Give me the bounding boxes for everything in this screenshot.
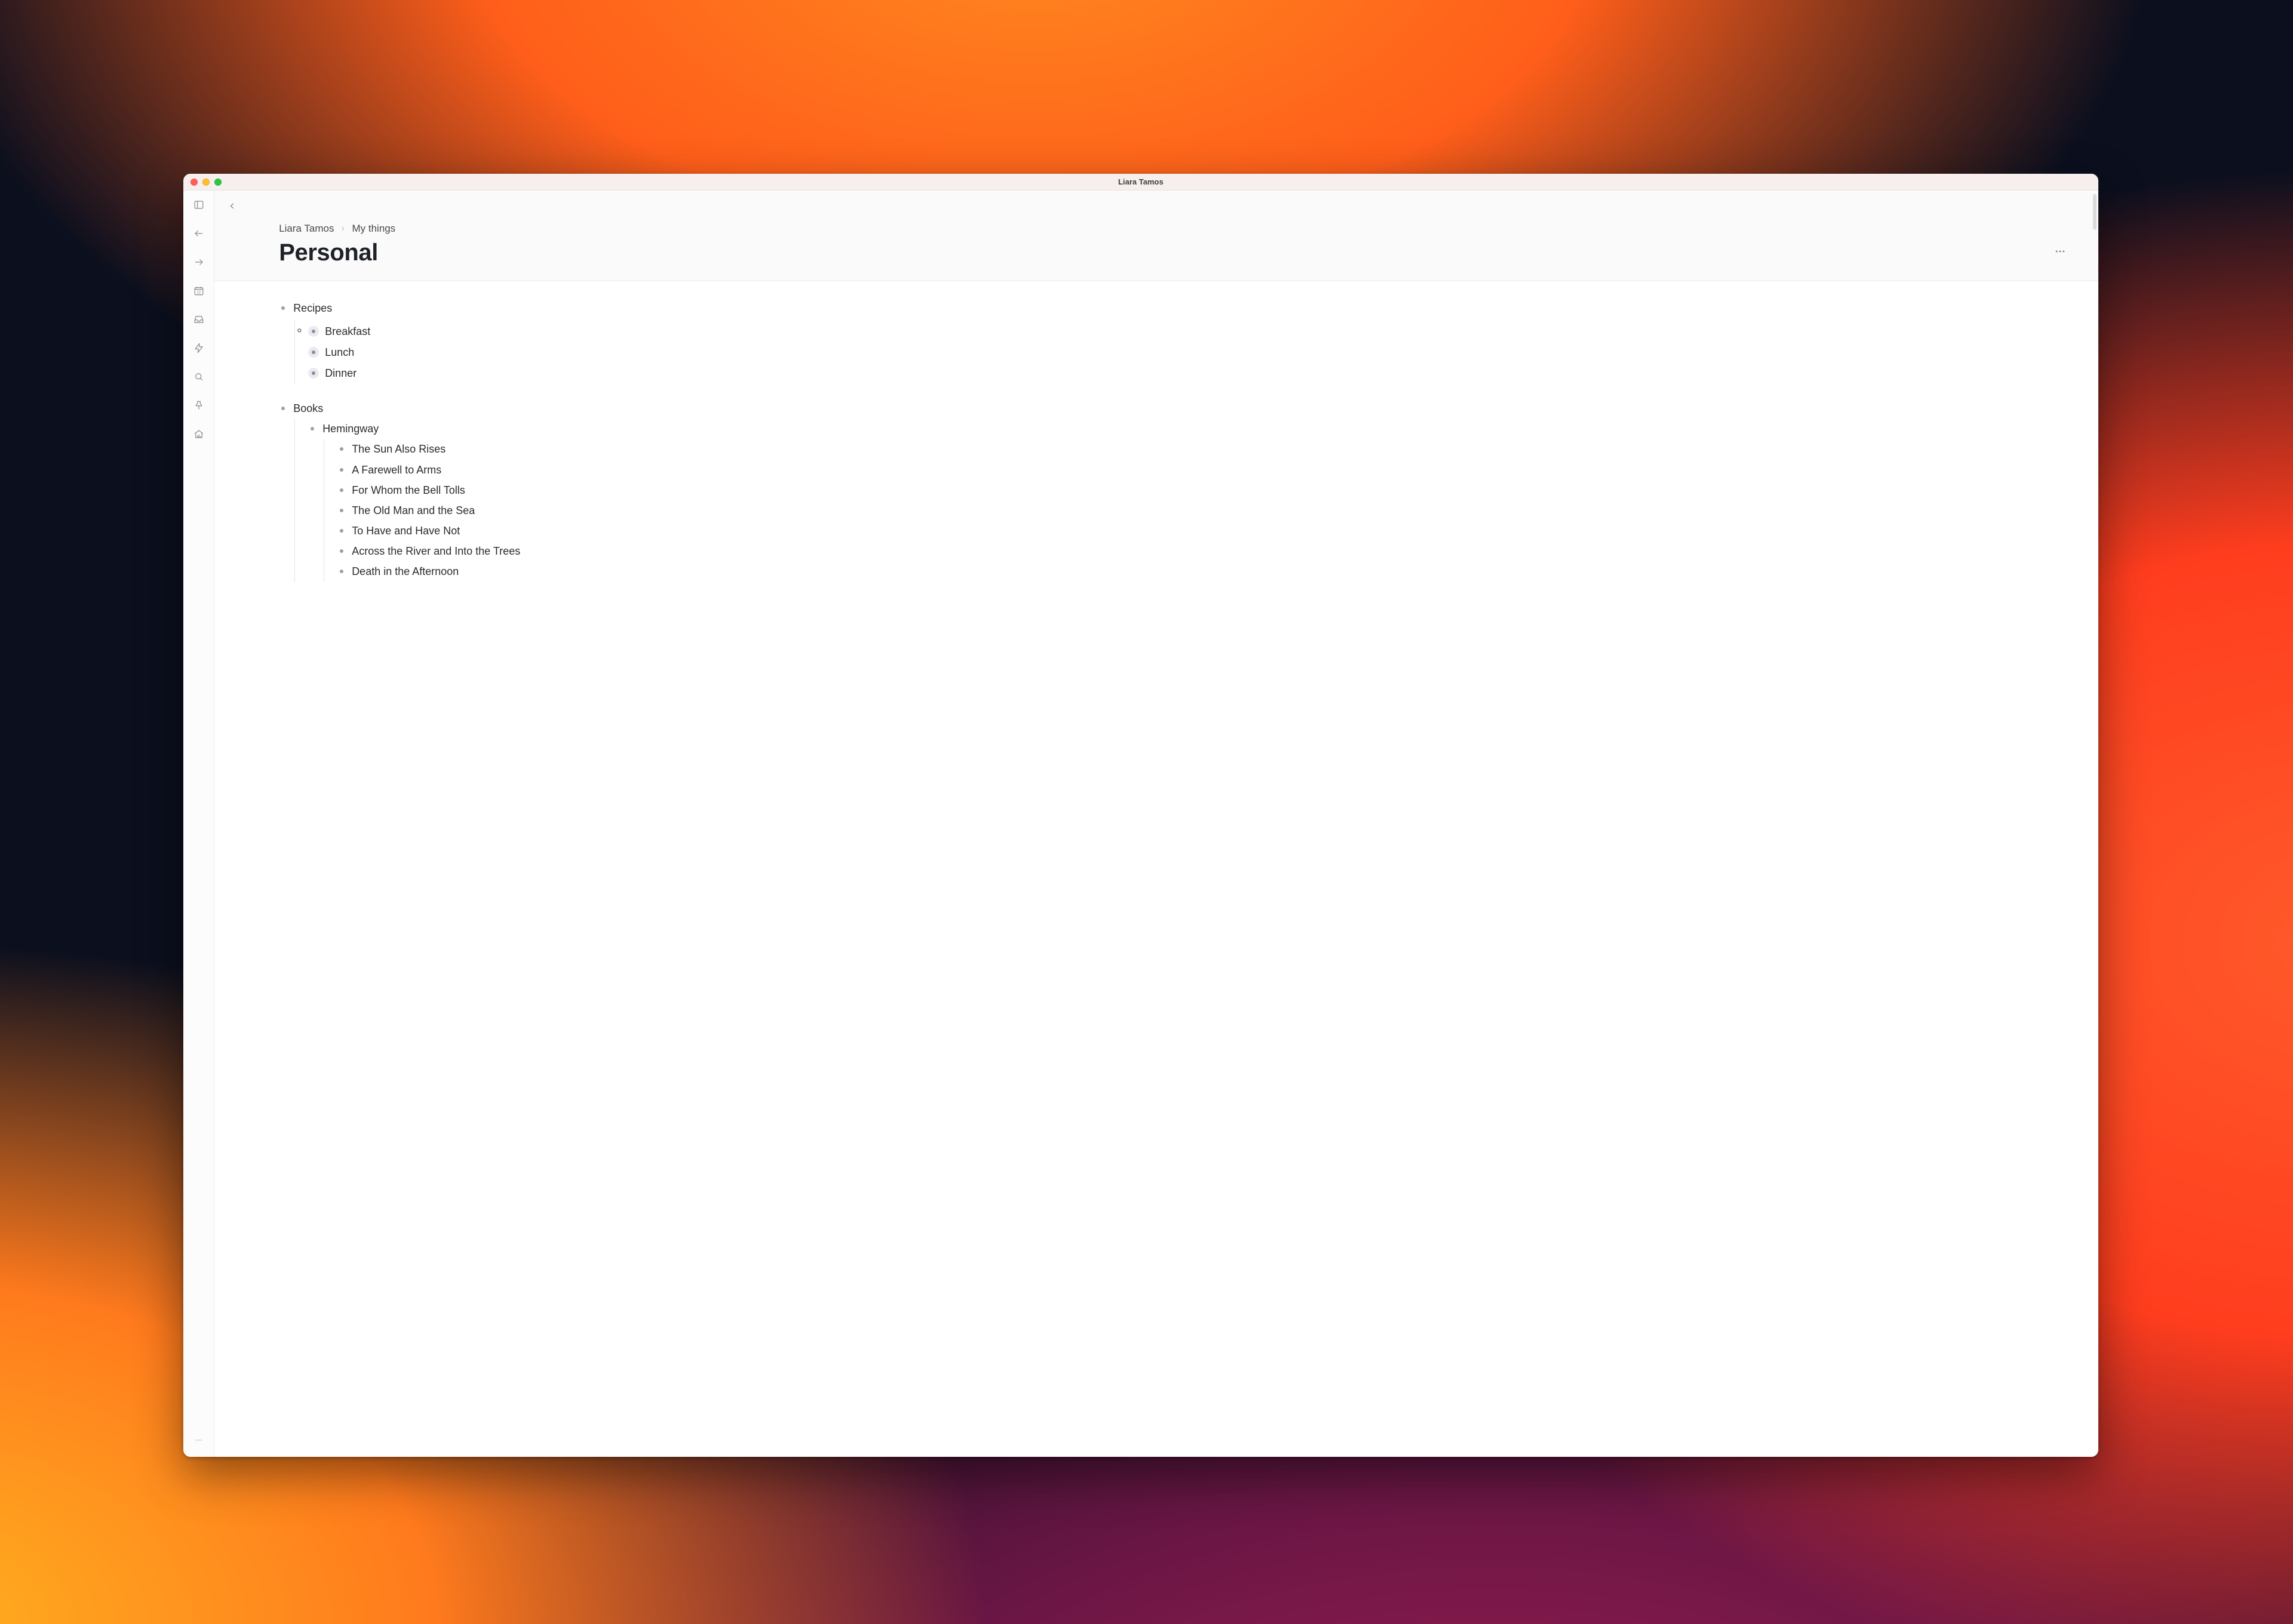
page-title: Personal [279, 239, 378, 266]
list-item[interactable]: To Have and Have Not [337, 521, 2083, 541]
toggle-sidebar-icon[interactable] [190, 196, 207, 213]
app-window: Liara Tamos 22 [183, 174, 2098, 1457]
main-pane: Liara Tamos My things Personal Re [214, 190, 2098, 1457]
chevron-right-icon [340, 223, 346, 235]
list-item-label: A Farewell to Arms [352, 464, 441, 476]
list-item-recipes[interactable]: Recipes Breakfast Lunch Dinner [279, 298, 2083, 384]
list-item-label: Death in the Afternoon [352, 565, 459, 577]
list-item-label: Across the River and Into the Trees [352, 545, 520, 557]
bullet-pill-icon [308, 326, 319, 337]
breadcrumb-section[interactable]: My things [352, 223, 395, 235]
list-item-label: The Old Man and the Sea [352, 505, 475, 516]
sidebar-more-icon[interactable] [190, 1432, 207, 1448]
list-item[interactable]: Death in the Afternoon [337, 561, 2083, 582]
list-item-label: Hemingway [322, 423, 379, 435]
home-stats-icon[interactable] [190, 426, 207, 442]
nav-back-icon[interactable] [190, 225, 207, 242]
list-item[interactable]: Dinner [308, 363, 2083, 384]
inbox-icon[interactable] [190, 311, 207, 328]
list-item-author[interactable]: Hemingway The Sun Also Rises A Farewell … [308, 419, 2083, 582]
svg-text:22: 22 [196, 291, 201, 295]
page-content[interactable]: Recipes Breakfast Lunch Dinner [214, 281, 2098, 1457]
window-zoom-button[interactable] [214, 179, 222, 186]
window-minimize-button[interactable] [202, 179, 210, 186]
list-item[interactable]: A Farewell to Arms [337, 460, 2083, 480]
scrollbar-thumb[interactable] [2093, 194, 2097, 230]
breadcrumb: Liara Tamos My things [279, 223, 2069, 235]
titlebar[interactable]: Liara Tamos [183, 174, 2098, 190]
list-item[interactable]: The Old Man and the Sea [337, 500, 2083, 521]
list-item-books[interactable]: Books Hemingway The Sun Also Rises A Far… [279, 398, 2083, 582]
window-controls [190, 179, 222, 186]
sidebar: 22 [183, 190, 214, 1457]
list-item[interactable]: For Whom the Bell Tolls [337, 480, 2083, 500]
nav-forward-icon[interactable] [190, 254, 207, 270]
list-item[interactable]: Across the River and Into the Trees [337, 541, 2083, 561]
page-actions-more-icon[interactable] [2051, 242, 2070, 264]
calendar-icon[interactable]: 22 [190, 282, 207, 299]
search-icon[interactable] [190, 368, 207, 385]
list-item-label: For Whom the Bell Tolls [352, 484, 465, 496]
list-item[interactable]: Lunch [308, 342, 2083, 363]
pin-icon[interactable] [190, 397, 207, 414]
list-item[interactable]: The Sun Also Rises [337, 439, 2083, 459]
list-item-label: Lunch [325, 342, 354, 363]
list-item-label: Breakfast [325, 321, 370, 342]
window-close-button[interactable] [190, 179, 198, 186]
list-item-label: Books [293, 402, 323, 414]
list-item-label: To Have and Have Not [352, 525, 460, 537]
page-header: Liara Tamos My things Personal [214, 190, 2098, 281]
list-item-label: Dinner [325, 363, 356, 384]
breadcrumb-root[interactable]: Liara Tamos [279, 223, 334, 235]
window-title: Liara Tamos [183, 177, 2098, 186]
list-item-label: Recipes [293, 302, 332, 314]
bullet-pill-icon [308, 368, 319, 379]
header-back-button[interactable] [225, 199, 239, 213]
bolt-icon[interactable] [190, 340, 207, 356]
list-item-label: The Sun Also Rises [352, 443, 445, 455]
bullet-pill-icon [308, 347, 319, 358]
list-item[interactable]: Breakfast [308, 321, 2083, 342]
